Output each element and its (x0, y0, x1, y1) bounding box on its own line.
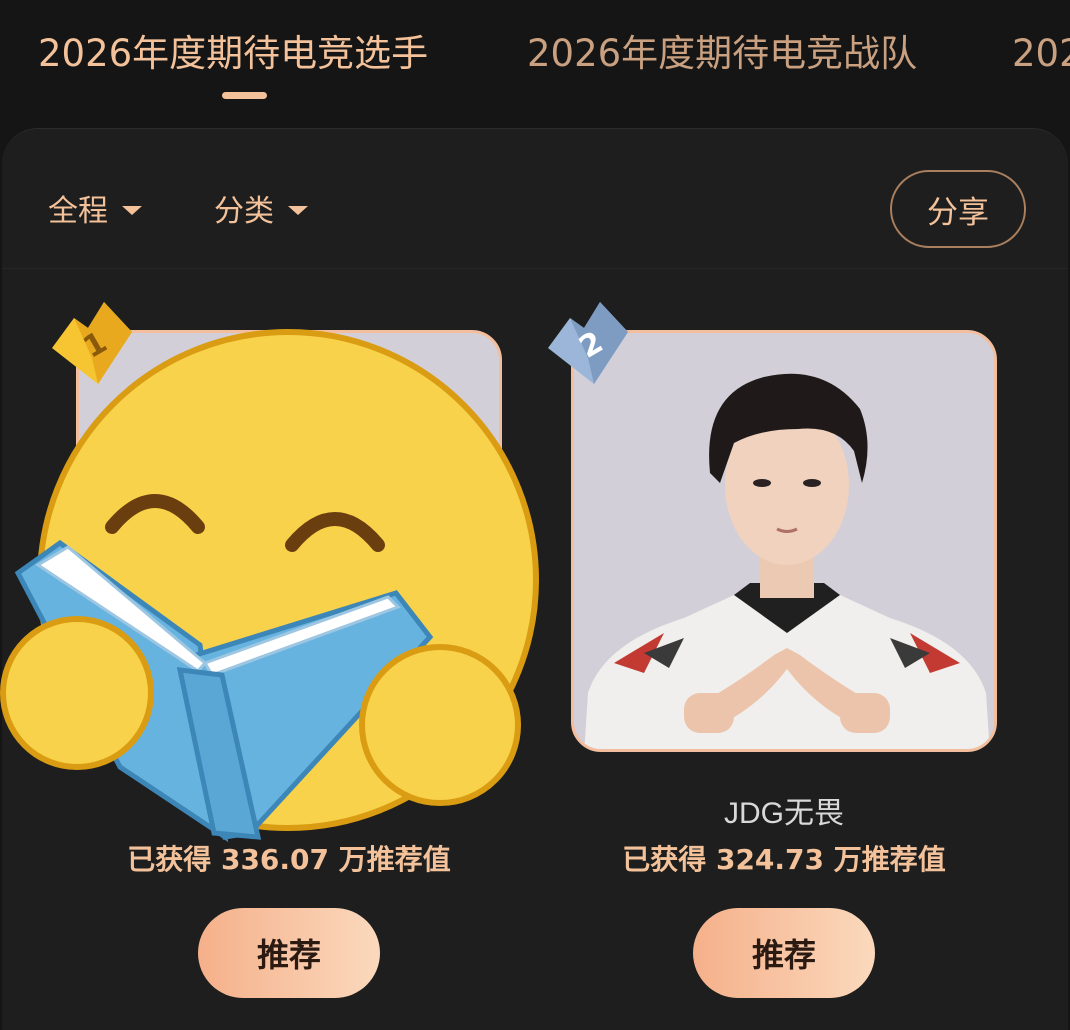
divider (2, 268, 1068, 269)
reading-emoji-sticker (0, 329, 539, 843)
recommend-button-2[interactable]: 推荐 (693, 908, 875, 998)
share-button[interactable]: 分享 (890, 170, 1026, 248)
player-photo (574, 333, 994, 749)
player-2-name: JDG无畏 (724, 797, 844, 830)
tab-bar: 2026年度期待电竞选手 2026年度期待电竞战队 2026 (0, 0, 1070, 130)
tab-expected-players[interactable]: 2026年度期待电竞选手 (38, 28, 428, 80)
time-filter-label: 全程 (48, 194, 108, 229)
caret-down-icon (288, 205, 308, 215)
caret-down-icon (122, 205, 142, 215)
rank-2-crown-icon: 2 (548, 302, 628, 384)
tab-expected-teams[interactable]: 2026年度期待电竞战队 (527, 28, 917, 80)
category-filter-label: 分类 (214, 194, 274, 229)
time-filter-dropdown[interactable]: 全程 (48, 188, 142, 229)
category-filter-dropdown[interactable]: 分类 (214, 188, 308, 229)
active-tab-indicator (222, 92, 267, 99)
player-card-2[interactable] (571, 330, 997, 752)
recommend-button-1[interactable]: 推荐 (198, 908, 380, 998)
player-2-points: 已获得 324.73 万推荐值 (622, 843, 946, 876)
tab-next[interactable]: 2026 (1012, 28, 1070, 80)
